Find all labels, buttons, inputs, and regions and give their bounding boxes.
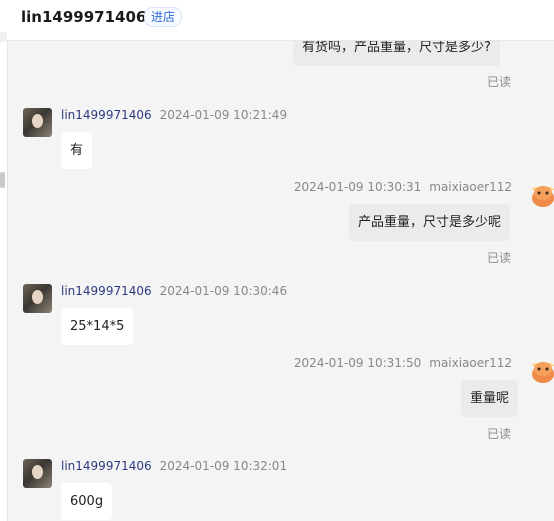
scrollbar-thumb[interactable] — [0, 172, 5, 188]
message-time: 2024-01-09 10:30:31 — [293, 180, 422, 194]
message-meta: 2024-01-09 10:31:50 maixiaoer112 — [294, 356, 512, 370]
read-status: 已读 — [487, 427, 512, 441]
avatar[interactable] — [528, 180, 554, 210]
message-time: 2024-01-09 10:31:50 — [293, 356, 422, 370]
avatar[interactable] — [23, 284, 52, 313]
avatar[interactable] — [528, 356, 554, 386]
visit-store-button[interactable]: 进店 — [144, 7, 183, 27]
message-bubble: 25*14*5 — [61, 308, 134, 345]
message-time: 2024-01-09 10:32:01 — [159, 459, 288, 473]
message-bubble: 产品重量，尺寸是多少呢 — [349, 204, 511, 241]
message-bubble: 重量呢 — [461, 380, 519, 417]
sender-name[interactable]: lin1499971406 — [61, 284, 152, 298]
message-bubble: 有 — [61, 132, 93, 169]
message-time: 2024-01-09 10:30:46 — [159, 284, 288, 298]
message-bubble: 600g — [61, 483, 113, 520]
sender-name[interactable]: lin1499971406 — [61, 459, 152, 473]
message-meta: lin1499971406 2024-01-09 10:21:49 — [61, 108, 287, 122]
read-status: 已读 — [487, 75, 512, 89]
chat-header: lin1499971406 进店 — [7, 0, 554, 41]
left-panel-highlight — [0, 32, 7, 42]
sender-name[interactable]: maixiaoer112 — [429, 180, 512, 194]
message-meta: lin1499971406 2024-01-09 10:30:46 — [61, 284, 287, 298]
message-time: 2024-01-09 10:21:49 — [159, 108, 288, 122]
read-status: 已读 — [487, 251, 512, 265]
message-meta: 2024-01-09 10:30:31 maixiaoer112 — [294, 180, 512, 194]
avatar[interactable] — [23, 108, 52, 137]
message-meta: lin1499971406 2024-01-09 10:32:01 — [61, 459, 287, 473]
sender-name[interactable]: lin1499971406 — [61, 108, 152, 122]
chat-message-list[interactable]: 有货吗，产品重量，尺寸是多少? 已读 lin1499971406 2024-01-… — [7, 0, 554, 521]
avatar[interactable] — [23, 459, 52, 488]
contact-title: lin1499971406 — [21, 8, 147, 26]
sender-name[interactable]: maixiaoer112 — [429, 356, 512, 370]
